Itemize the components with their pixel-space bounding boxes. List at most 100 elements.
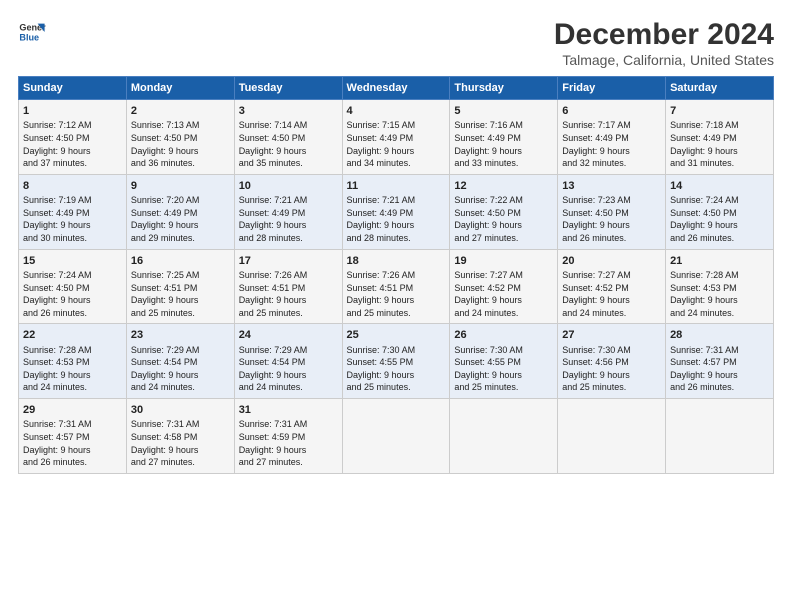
day-info: Sunset: 4:52 PM (562, 282, 661, 295)
day-info: Daylight: 9 hours (670, 294, 769, 307)
day-number: 18 (347, 254, 446, 269)
week-row-3: 15Sunrise: 7:24 AMSunset: 4:50 PM Dayligh… (19, 249, 774, 324)
day-cell: 18Sunrise: 7:26 AMSunset: 4:51 PMDayligh… (342, 249, 450, 324)
day-info: and 27 minutes. (131, 456, 230, 469)
day-info: Daylight: 9 hours (23, 369, 122, 382)
day-cell: 8Sunrise: 7:19 AMSunset: 4:49 PMDaylight… (19, 174, 127, 249)
day-info: Sunset: 4:53 PM (670, 282, 769, 295)
day-info: and 32 minutes. (562, 157, 661, 170)
day-cell: 14Sunrise: 7:24 AMSunset: 4:50 PMDayligh… (666, 174, 774, 249)
day-number: 14 (670, 179, 769, 194)
day-info: Daylight: 9 hours (23, 145, 122, 158)
day-info: Daylight: 9 hours (562, 369, 661, 382)
day-cell (450, 399, 558, 474)
day-info: Sunset: 4:49 PM (23, 207, 122, 220)
day-info: Sunrise: 7:19 AM (23, 194, 122, 207)
day-info: Sunset: 4:49 PM (347, 132, 446, 145)
day-info: Sunrise: 7:24 AM (23, 269, 122, 282)
day-info: Sunset: 4:51 PM (239, 282, 338, 295)
day-number: 19 (454, 254, 553, 269)
logo: General Blue (18, 18, 46, 46)
calendar-table: Sunday Monday Tuesday Wednesday Thursday… (18, 76, 774, 474)
day-cell: 2Sunrise: 7:13 AMSunset: 4:50 PMDaylight… (126, 100, 234, 175)
day-info: Sunset: 4:50 PM (23, 282, 122, 295)
day-info: Daylight: 9 hours (562, 294, 661, 307)
day-info: and 28 minutes. (239, 232, 338, 245)
day-info: Sunset: 4:51 PM (131, 282, 230, 295)
day-info: and 24 minutes. (670, 307, 769, 320)
day-info: Sunset: 4:55 PM (347, 356, 446, 369)
day-info: Sunset: 4:54 PM (131, 356, 230, 369)
day-info: Sunset: 4:50 PM (131, 132, 230, 145)
svg-text:Blue: Blue (19, 32, 39, 42)
day-cell: 19Sunrise: 7:27 AMSunset: 4:52 PMDayligh… (450, 249, 558, 324)
day-number: 15 (23, 254, 122, 269)
day-number: 17 (239, 254, 338, 269)
day-info: Daylight: 9 hours (239, 219, 338, 232)
day-number: 22 (23, 328, 122, 343)
main-title: December 2024 (554, 18, 774, 52)
day-info: Sunrise: 7:20 AM (131, 194, 230, 207)
day-info: and 36 minutes. (131, 157, 230, 170)
day-number: 27 (562, 328, 661, 343)
day-cell: 28Sunrise: 7:31 AMSunset: 4:57 PMDayligh… (666, 324, 774, 399)
day-info: Sunrise: 7:30 AM (562, 344, 661, 357)
day-info: Sunset: 4:58 PM (131, 431, 230, 444)
week-row-5: 29Sunrise: 7:31 AMSunset: 4:57 PMDayligh… (19, 399, 774, 474)
day-number: 26 (454, 328, 553, 343)
day-cell: 30Sunrise: 7:31 AMSunset: 4:58 PMDayligh… (126, 399, 234, 474)
day-cell (558, 399, 666, 474)
week-row-1: 1Sunrise: 7:12 AMSunset: 4:50 PMDaylight… (19, 100, 774, 175)
header-sunday: Sunday (19, 77, 127, 100)
day-info: Sunrise: 7:29 AM (239, 344, 338, 357)
day-info: Daylight: 9 hours (454, 219, 553, 232)
day-number: 29 (23, 403, 122, 418)
day-info: Daylight: 9 hours (131, 145, 230, 158)
day-cell: 4Sunrise: 7:15 AMSunset: 4:49 PMDaylight… (342, 100, 450, 175)
day-info: Sunrise: 7:29 AM (131, 344, 230, 357)
day-number: 7 (670, 104, 769, 119)
day-info: Daylight: 9 hours (131, 219, 230, 232)
day-info: Sunrise: 7:12 AM (23, 119, 122, 132)
day-cell: 11Sunrise: 7:21 AMSunset: 4:49 PMDayligh… (342, 174, 450, 249)
day-info: and 25 minutes. (131, 307, 230, 320)
day-info: and 24 minutes. (562, 307, 661, 320)
header-thursday: Thursday (450, 77, 558, 100)
day-cell: 29Sunrise: 7:31 AMSunset: 4:57 PMDayligh… (19, 399, 127, 474)
day-number: 10 (239, 179, 338, 194)
day-number: 6 (562, 104, 661, 119)
day-info: Daylight: 9 hours (670, 145, 769, 158)
day-info: Sunset: 4:51 PM (347, 282, 446, 295)
day-info: Sunrise: 7:24 AM (670, 194, 769, 207)
day-info: Sunset: 4:50 PM (562, 207, 661, 220)
day-info: Sunrise: 7:26 AM (347, 269, 446, 282)
day-info: and 33 minutes. (454, 157, 553, 170)
day-info: Sunset: 4:49 PM (347, 207, 446, 220)
day-info: and 26 minutes. (23, 456, 122, 469)
day-info: Sunset: 4:57 PM (670, 356, 769, 369)
day-number: 16 (131, 254, 230, 269)
day-info: and 31 minutes. (670, 157, 769, 170)
day-info: and 26 minutes. (670, 232, 769, 245)
day-info: Sunrise: 7:13 AM (131, 119, 230, 132)
day-number: 9 (131, 179, 230, 194)
header-row: Sunday Monday Tuesday Wednesday Thursday… (19, 77, 774, 100)
day-info: Sunset: 4:50 PM (239, 132, 338, 145)
day-cell: 7Sunrise: 7:18 AMSunset: 4:49 PMDaylight… (666, 100, 774, 175)
day-info: and 26 minutes. (670, 381, 769, 394)
day-info: and 29 minutes. (131, 232, 230, 245)
week-row-4: 22Sunrise: 7:28 AMSunset: 4:53 PMDayligh… (19, 324, 774, 399)
day-info: and 24 minutes. (454, 307, 553, 320)
day-number: 11 (347, 179, 446, 194)
day-info: Daylight: 9 hours (239, 444, 338, 457)
day-cell: 24Sunrise: 7:29 AMSunset: 4:54 PMDayligh… (234, 324, 342, 399)
day-info: Daylight: 9 hours (454, 294, 553, 307)
day-info: Daylight: 9 hours (454, 369, 553, 382)
day-cell: 3Sunrise: 7:14 AMSunset: 4:50 PMDaylight… (234, 100, 342, 175)
day-info: Sunrise: 7:16 AM (454, 119, 553, 132)
day-cell: 16Sunrise: 7:25 AMSunset: 4:51 PMDayligh… (126, 249, 234, 324)
day-info: and 35 minutes. (239, 157, 338, 170)
day-info: Sunrise: 7:22 AM (454, 194, 553, 207)
day-cell: 12Sunrise: 7:22 AMSunset: 4:50 PMDayligh… (450, 174, 558, 249)
day-info: Sunset: 4:52 PM (454, 282, 553, 295)
